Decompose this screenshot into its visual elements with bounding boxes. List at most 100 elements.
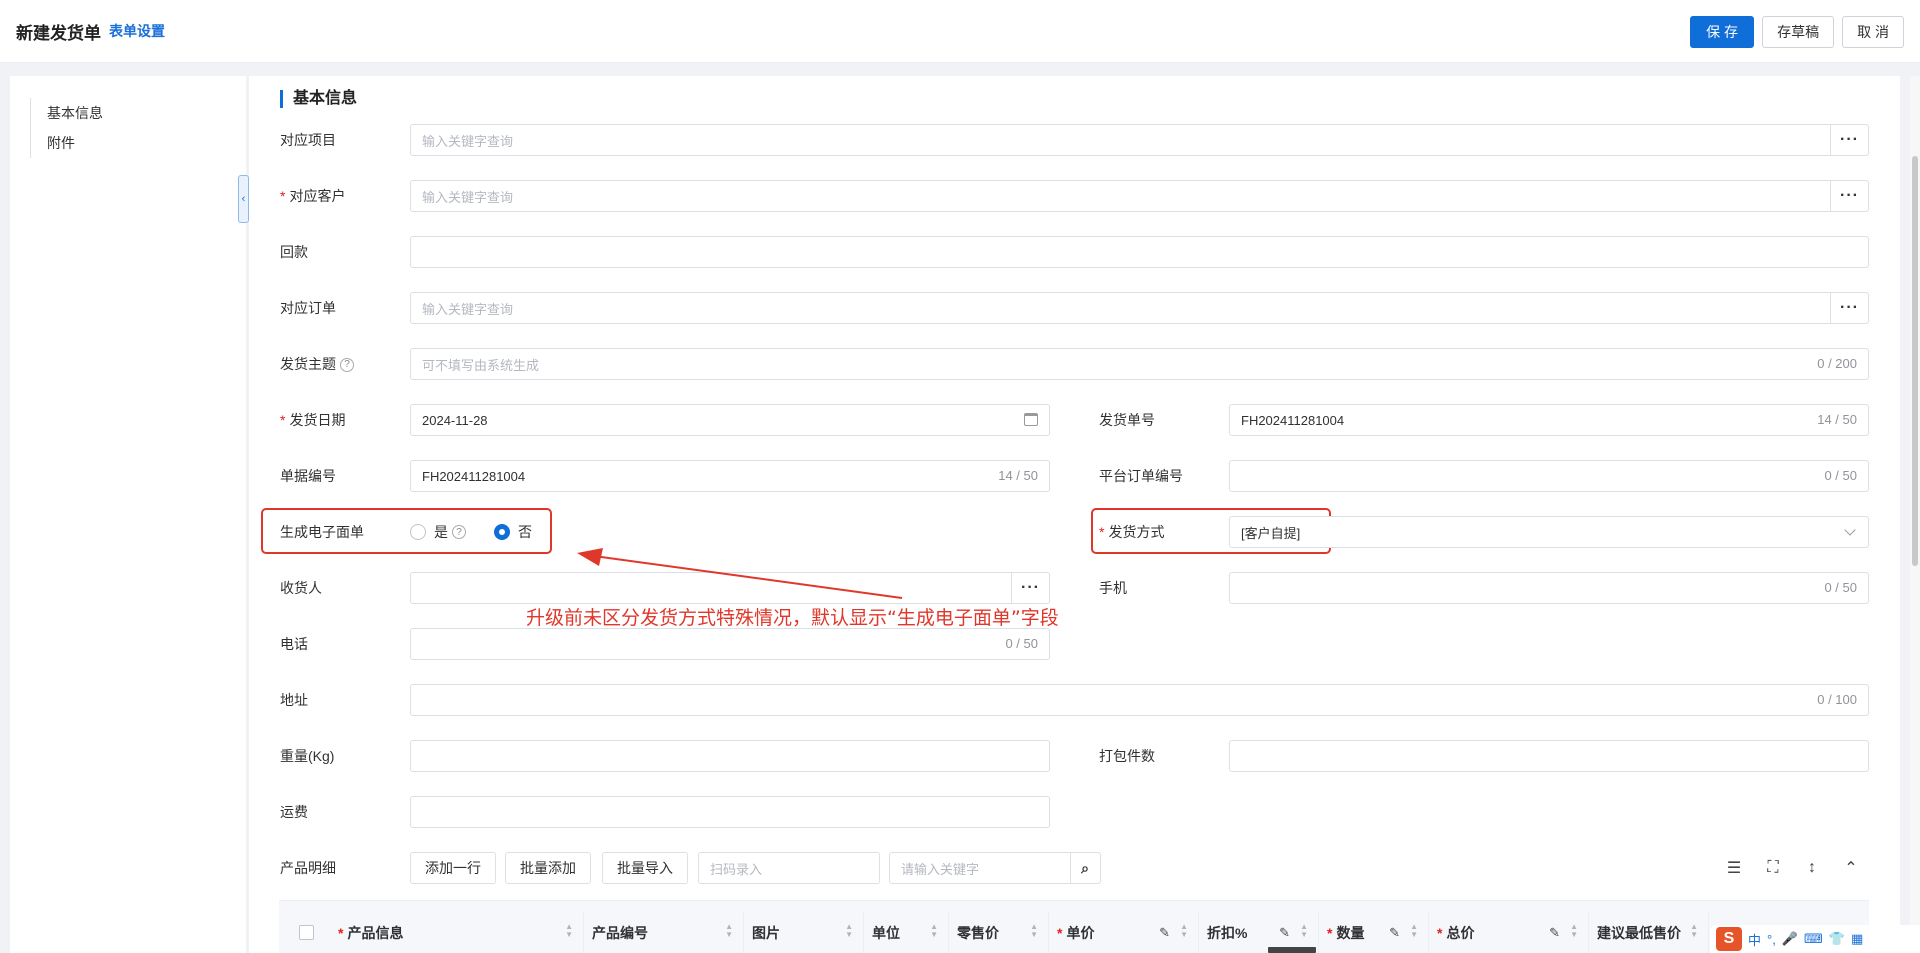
help-icon[interactable]: ? — [340, 358, 354, 373]
save-button[interactable]: 保 存 — [1690, 16, 1755, 48]
order-input[interactable]: 输入关键字查询 ··· — [410, 292, 1869, 324]
sidebar-item-basic-info[interactable]: 基本信息 — [47, 98, 103, 128]
apps-icon[interactable]: ▦ — [1851, 931, 1863, 947]
subject-placeholder: 可不填写由系统生成 — [422, 357, 540, 373]
column-unit-price[interactable]: * 单价 ✎ ▲ ▼ — [1049, 911, 1199, 953]
doc-no-label: 单据编号 — [280, 468, 336, 484]
column-quantity[interactable]: * 数量 ✎ ▲ ▼ — [1319, 911, 1429, 953]
customer-picker-button[interactable]: ··· — [1830, 181, 1868, 211]
project-picker-button[interactable]: ··· — [1830, 125, 1868, 155]
chevron-down-icon — [1844, 524, 1856, 536]
column-product-code[interactable]: 产品编号 ▲ ▼ — [584, 911, 744, 953]
doc-no-input[interactable]: FH202411281004 14 / 50 — [410, 460, 1050, 492]
ship-date-label: * 发货日期 — [280, 412, 346, 428]
edit-icon[interactable]: ✎ — [1389, 925, 1400, 941]
platform-order-char-count: 0 / 50 — [1824, 468, 1857, 483]
collapse-sidebar-button[interactable]: ‹ — [238, 175, 249, 223]
e-waybill-label: 生成电子面单 — [280, 524, 364, 540]
e-waybill-no-radio[interactable]: 否 — [494, 522, 532, 542]
ime-punctuation-icon[interactable]: °, — [1767, 932, 1776, 947]
weight-label: 重量(Kg) — [280, 748, 335, 764]
column-total-price[interactable]: * 总价 ✎ ▲ ▼ — [1429, 911, 1589, 953]
phone-input[interactable]: 0 / 50 — [410, 628, 1050, 660]
subject-char-count: 0 / 200 — [1817, 356, 1857, 371]
column-retail-price[interactable]: 零售价 ▲ ▼ — [949, 911, 1049, 953]
project-input[interactable]: 输入关键字查询 ··· — [410, 124, 1869, 156]
freight-label: 运费 — [280, 804, 308, 820]
ime-toolbar: S 中 °, 🎤 ⌨ 👕 ▦ — [1710, 925, 1920, 953]
ship-method-select[interactable]: [客户自提] — [1229, 516, 1869, 548]
chevron-up-icon[interactable]: ⌃ — [1839, 856, 1863, 880]
mobile-input[interactable]: 0 / 50 — [1229, 572, 1869, 604]
products-label: 产品明细 — [280, 860, 336, 876]
row-height-icon[interactable]: ☰ — [1722, 856, 1746, 880]
e-waybill-yes-radio[interactable]: 是? — [410, 522, 466, 542]
column-unit[interactable]: 单位 ▲ ▼ — [864, 911, 949, 953]
freight-input[interactable] — [410, 796, 1050, 828]
cancel-button[interactable]: 取 消 — [1842, 16, 1904, 48]
skin-icon[interactable]: 👕 — [1829, 931, 1845, 947]
ship-method-label: * 发货方式 — [1099, 524, 1165, 540]
edit-icon[interactable]: ✎ — [1279, 925, 1290, 941]
scroll-thumb[interactable] — [1912, 156, 1918, 566]
order-picker-button[interactable]: ··· — [1830, 293, 1868, 323]
doc-no-char-count: 14 / 50 — [998, 468, 1038, 483]
platform-order-input[interactable]: 0 / 50 — [1229, 460, 1869, 492]
doc-no-value: FH202411281004 — [422, 468, 526, 484]
sidebar: 基本信息 附件 — [10, 76, 246, 953]
weight-input[interactable] — [410, 740, 1050, 772]
calendar-icon — [1024, 413, 1038, 426]
add-row-button[interactable]: 添加一行 — [410, 852, 496, 884]
project-placeholder: 输入关键字查询 — [422, 133, 514, 149]
select-all-checkbox[interactable] — [299, 925, 314, 940]
vertical-scrollbar[interactable] — [1910, 76, 1920, 953]
packages-input[interactable] — [1229, 740, 1869, 772]
subject-input[interactable]: 可不填写由系统生成 0 / 200 — [410, 348, 1869, 380]
ship-no-value: FH202411281004 — [1241, 412, 1345, 428]
batch-import-button[interactable]: 批量导入 — [602, 852, 688, 884]
phone-label: 电话 — [280, 636, 308, 652]
edit-icon[interactable]: ✎ — [1549, 925, 1560, 941]
top-actions: 保 存 存草稿 取 消 — [1690, 16, 1904, 48]
mobile-label: 手机 — [1099, 580, 1127, 596]
address-input[interactable]: 0 / 100 — [410, 684, 1869, 716]
annotation-arrow — [577, 548, 903, 599]
sidebar-item-attachments[interactable]: 附件 — [47, 128, 103, 158]
page-title: 新建发货单 — [16, 23, 101, 43]
sogou-logo-icon[interactable]: S — [1716, 927, 1742, 951]
column-image[interactable]: 图片 ▲ ▼ — [744, 911, 864, 953]
horizontal-scroll-thumb[interactable] — [1268, 947, 1316, 953]
ime-lang-toggle[interactable]: 中 — [1748, 930, 1761, 949]
customer-label: * 对应客户 — [280, 188, 346, 204]
ship-date-picker[interactable]: 2024-11-28 — [410, 404, 1050, 436]
product-search-placeholder: 请输入关键字 — [901, 861, 980, 877]
fullscreen-icon[interactable]: ⛶ — [1761, 856, 1785, 880]
ship-no-label: 发货单号 — [1099, 412, 1155, 428]
top-bar: 新建发货单 表单设置 保 存 存草稿 取 消 — [0, 0, 1920, 63]
address-char-count: 0 / 100 — [1817, 692, 1857, 707]
scan-input[interactable]: 扫码录入 — [698, 852, 880, 884]
side-nav: 基本信息 附件 — [30, 98, 103, 158]
phone-char-count: 0 / 50 — [1005, 636, 1038, 651]
receiver-label: 收货人 — [280, 580, 322, 596]
save-draft-button[interactable]: 存草稿 — [1762, 16, 1835, 48]
ship-no-char-count: 14 / 50 — [1817, 412, 1857, 427]
ship-date-value: 2024-11-28 — [422, 412, 488, 428]
keyboard-icon[interactable]: ⌨ — [1804, 931, 1823, 947]
help-icon[interactable]: ? — [452, 525, 466, 539]
address-label: 地址 — [280, 692, 308, 708]
microphone-icon[interactable]: 🎤 — [1782, 931, 1798, 947]
column-min-price[interactable]: 建议最低售价 ▲ ▼ — [1589, 911, 1709, 953]
edit-icon[interactable]: ✎ — [1159, 925, 1170, 941]
batch-add-button[interactable]: 批量添加 — [505, 852, 591, 884]
column-product-info[interactable]: * 产品信息 ▲ ▼ — [330, 911, 584, 953]
expand-vertical-icon[interactable]: ↕ — [1800, 856, 1824, 880]
packages-label: 打包件数 — [1099, 748, 1155, 764]
ship-no-input[interactable]: FH202411281004 14 / 50 — [1229, 404, 1869, 436]
receiver-picker-button[interactable]: ··· — [1011, 573, 1049, 603]
customer-input[interactable]: 输入关键字查询 ··· — [410, 180, 1869, 212]
search-button[interactable]: ⌕ — [1070, 853, 1100, 883]
form-settings-link[interactable]: 表单设置 — [109, 21, 165, 41]
payment-input[interactable] — [410, 236, 1869, 268]
product-search-input[interactable]: 请输入关键字 ⌕ — [889, 852, 1101, 884]
